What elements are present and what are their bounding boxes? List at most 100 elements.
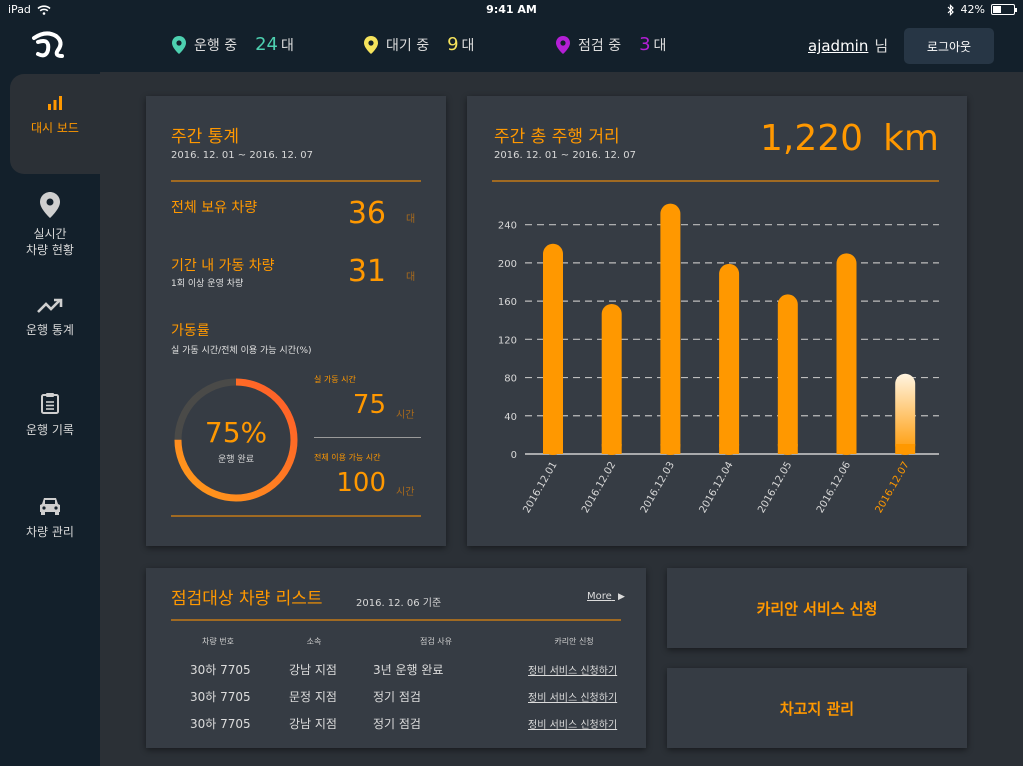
vehicle-number: 30하 7705 xyxy=(190,663,251,677)
user-name[interactable]: ajadmin xyxy=(808,37,868,55)
utilization-label: 가동률 xyxy=(171,323,210,339)
chart-bar xyxy=(895,373,916,455)
distance-total: 1,220 km xyxy=(760,118,939,159)
stat-unit: 대 xyxy=(281,37,294,54)
card-period: 2016. 12. 01 ~ 2016. 12. 07 xyxy=(494,150,636,161)
divider xyxy=(171,619,621,621)
inspection-reason: 정기 점검 xyxy=(373,717,421,731)
column-header: 차량 번호 xyxy=(202,637,234,646)
divider xyxy=(171,515,421,517)
vehicle-number: 30하 7705 xyxy=(190,690,251,704)
utilization-caption: 운행 완료 xyxy=(218,455,254,465)
branch: 문정 지점 xyxy=(289,690,337,704)
stat-unit: 대 xyxy=(653,37,667,54)
sidebar-item-vehicle-management[interactable]: 차량 관리 xyxy=(0,496,100,540)
stat-waiting: 대기 중 9 대 xyxy=(364,34,474,55)
service-request-button[interactable]: 카리안 서비스 신청 xyxy=(667,568,967,648)
weekly-distance-card: 주간 총 주행 거리 2016. 12. 01 ~ 2016. 12. 07 1… xyxy=(467,96,967,546)
chart-bar-base xyxy=(895,444,916,454)
chart-bar xyxy=(777,294,798,455)
x-tick-label: 2016.12.04 xyxy=(698,460,736,515)
sidebar-item-label: 차량 현황 xyxy=(26,243,74,257)
stat-driving: 운행 중 24 대 xyxy=(172,34,294,55)
x-tick-label: 2016.12.01 xyxy=(521,460,559,515)
weekly-stats-card: 주간 통계 2016. 12. 01 ~ 2016. 12. 07 전체 보유 … xyxy=(146,96,446,546)
chart-bar-base xyxy=(777,444,798,454)
inspection-reason: 정기 점검 xyxy=(373,690,421,704)
bar-chart-icon xyxy=(48,96,62,110)
brand-logo xyxy=(32,31,64,58)
stat-count: 9 xyxy=(447,34,459,55)
total-time-unit: 시간 xyxy=(396,487,415,498)
top-bar: 운행 중 24 대 대기 중 9 대 점검 중 3 대 ajadmin 님 로그아… xyxy=(0,20,1023,72)
chart-bar-base xyxy=(719,444,740,454)
chart-bar-base xyxy=(601,444,622,454)
chart-bar-base xyxy=(836,444,857,454)
stat-label: 운행 중 xyxy=(194,37,238,54)
stat-count: 3 xyxy=(639,34,651,55)
x-tick-label: 2016.12.07 xyxy=(874,460,912,515)
column-header: 카리안 신청 xyxy=(554,637,594,646)
branch: 강남 지점 xyxy=(289,663,337,677)
utilization-percent: 75% xyxy=(204,416,268,449)
sidebar-item-driving-stats[interactable]: 운행 통계 xyxy=(0,298,100,338)
logout-button[interactable]: 로그아웃 xyxy=(904,28,994,64)
distance-unit: km xyxy=(883,118,939,159)
actual-time-label: 실 가동 시간 xyxy=(314,375,356,384)
sidebar-item-realtime[interactable]: 실시간 차량 현황 xyxy=(0,192,100,258)
column-header: 소속 xyxy=(306,637,322,646)
service-request-link[interactable]: 정비 서비스 신청하기 xyxy=(528,662,617,677)
utilization-sub: 실 가동 시간/전체 이용 가능 시간(%) xyxy=(171,346,312,356)
location-pin-icon xyxy=(364,35,378,54)
sidebar-item-label: 대시 보드 xyxy=(31,121,79,135)
column-header: 점검 사유 xyxy=(420,637,452,646)
distance-bar-chart: 0 40 80 120 160 200 240 2016.12.01 2016.12.02 201… xyxy=(498,203,939,515)
stat-count: 24 xyxy=(255,34,278,55)
active-vehicles-unit: 대 xyxy=(406,272,416,283)
vehicle-number: 30하 7705 xyxy=(190,717,251,731)
more-link[interactable]: More ▶ xyxy=(587,591,625,602)
sidebar-item-label: 차량 관리 xyxy=(26,525,74,539)
total-vehicles-value: 36 xyxy=(347,196,386,231)
x-tick-label: 2016.12.06 xyxy=(815,460,853,515)
chart-bar xyxy=(719,263,740,455)
service-request-link[interactable]: 정비 서비스 신청하기 xyxy=(528,689,617,704)
branch: 강남 지점 xyxy=(289,717,337,731)
garage-management-button[interactable]: 차고지 관리 xyxy=(667,668,967,748)
location-pin-icon xyxy=(172,35,186,54)
sidebar-item-driving-log[interactable]: 운행 기록 xyxy=(0,392,100,438)
divider xyxy=(492,180,939,182)
play-arrow-icon: ▶ xyxy=(617,592,625,602)
total-vehicles-label: 전체 보유 차량 xyxy=(171,200,258,216)
y-tick-label: 0 xyxy=(511,450,517,461)
chart-bar-base xyxy=(543,444,563,454)
location-pin-icon xyxy=(40,192,60,218)
battery-icon xyxy=(991,4,1017,15)
sidebar-item-dashboard[interactable]: 대시 보드 xyxy=(10,74,100,174)
actual-time-value: 75 xyxy=(352,390,386,420)
service-request-link[interactable]: 정비 서비스 신청하기 xyxy=(528,716,617,731)
y-tick-label: 200 xyxy=(498,259,517,270)
stat-label: 점검 중 xyxy=(578,37,622,54)
stat-unit: 대 xyxy=(461,37,475,54)
card-title: 주간 통계 xyxy=(171,127,239,147)
card-title: 점검대상 차량 리스트 xyxy=(171,589,323,609)
active-vehicles-value: 31 xyxy=(347,254,386,289)
total-vehicles-unit: 대 xyxy=(406,214,416,225)
y-tick-label: 240 xyxy=(498,221,517,232)
y-tick-label: 120 xyxy=(498,335,517,346)
total-time-value: 100 xyxy=(336,468,386,498)
chart-bar-base xyxy=(660,444,681,454)
location-pin-icon xyxy=(556,35,570,54)
time-divider xyxy=(314,437,421,438)
x-tick-label: 2016.12.03 xyxy=(639,460,677,515)
inspection-reason: 3년 운행 완료 xyxy=(373,663,444,677)
user-greeting: ajadmin 님 xyxy=(808,35,888,56)
x-tick-label: 2016.12.02 xyxy=(580,460,618,515)
sidebar: 대시 보드 실시간 차량 현황 운행 통계 운행 기록 차량 관리 xyxy=(0,72,100,766)
divider xyxy=(171,180,421,182)
x-tick-label: 2016.12.05 xyxy=(756,460,794,515)
battery-percent: 42% xyxy=(960,3,985,16)
card-period: 2016. 12. 01 ~ 2016. 12. 07 xyxy=(171,150,313,161)
sidebar-item-label: 실시간 xyxy=(33,227,67,241)
